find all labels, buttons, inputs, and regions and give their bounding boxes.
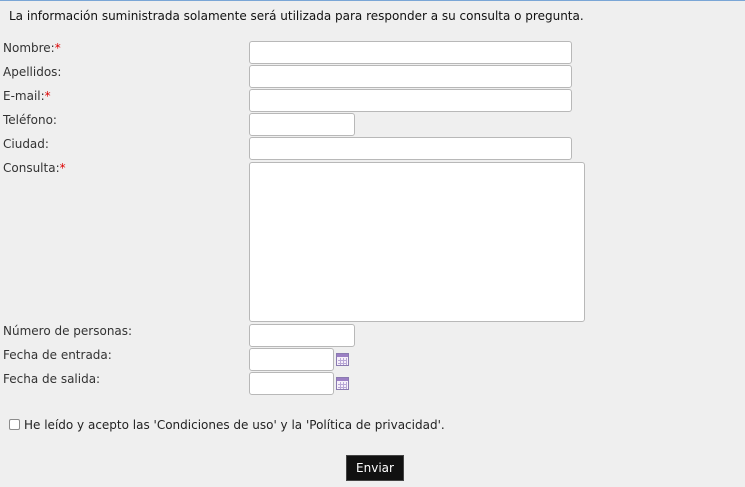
nombre-input[interactable] [249, 41, 572, 64]
apellidos-label: Apellidos: [3, 65, 62, 79]
required-marker: * [54, 41, 61, 55]
consulta-label: Consulta:* [3, 161, 66, 175]
nombre-label: Nombre:* [3, 41, 61, 55]
personas-input[interactable] [249, 324, 355, 347]
entrada-label: Fecha de entrada: [3, 348, 112, 362]
consulta-label-text: Consulta: [3, 161, 60, 175]
apellidos-input[interactable] [249, 65, 572, 88]
intro-text: La información suministrada solamente se… [9, 9, 584, 23]
required-marker: * [59, 161, 66, 175]
entrada-date-input[interactable] [249, 348, 334, 371]
ciudad-label: Ciudad: [3, 137, 49, 151]
salida-label: Fecha de salida: [3, 372, 101, 386]
consulta-textarea[interactable] [249, 162, 585, 322]
terms-label[interactable]: He leído y acepto las 'Condiciones de us… [24, 418, 445, 432]
ciudad-input[interactable] [249, 137, 572, 160]
personas-label: Número de personas: [3, 324, 133, 338]
email-label: E-mail:* [3, 89, 51, 103]
top-border [0, 0, 745, 1]
email-input[interactable] [249, 89, 572, 112]
salida-date-input[interactable] [249, 372, 334, 395]
nombre-label-text: Nombre: [3, 41, 55, 55]
terms-checkbox[interactable] [9, 419, 20, 430]
email-label-text: E-mail: [3, 89, 45, 103]
calendar-icon[interactable] [336, 353, 349, 366]
telefono-label: Teléfono: [3, 113, 57, 127]
required-marker: * [44, 89, 51, 103]
calendar-icon[interactable] [336, 377, 349, 390]
enviar-button[interactable]: Enviar [346, 455, 404, 481]
telefono-input[interactable] [249, 113, 355, 136]
